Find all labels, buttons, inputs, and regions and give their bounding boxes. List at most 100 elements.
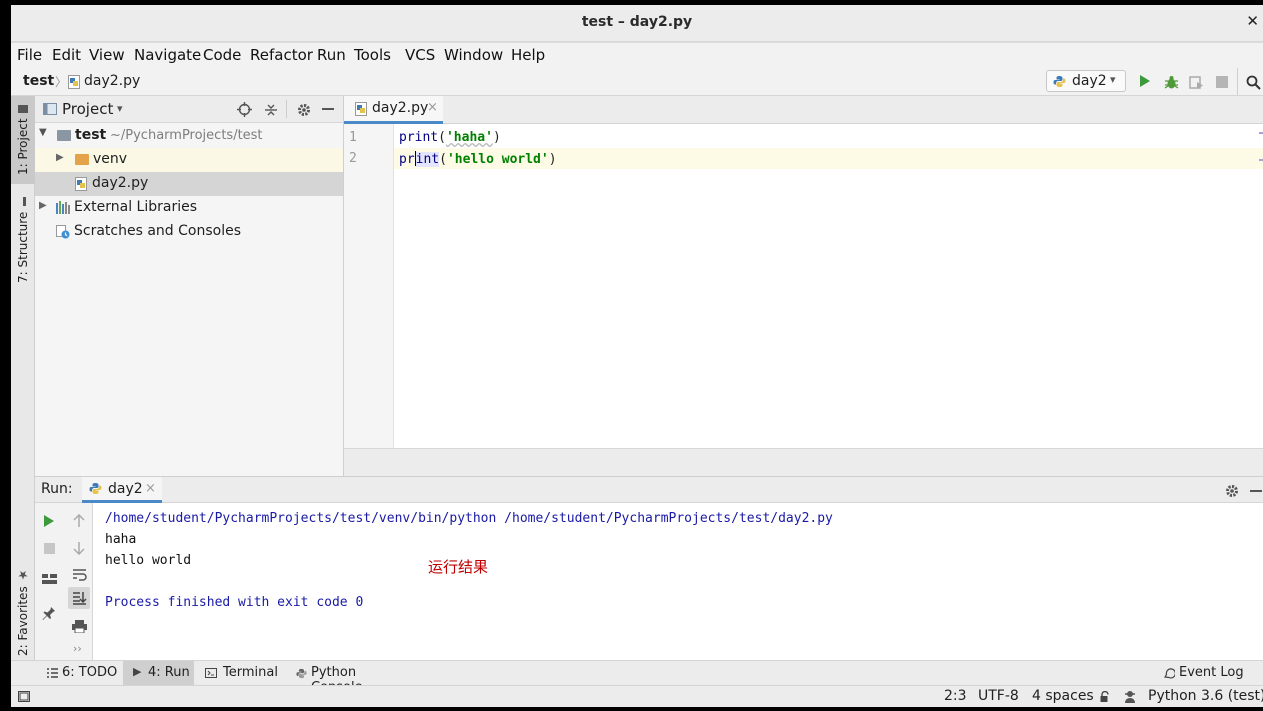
code-paren: ( xyxy=(438,130,446,145)
console-output-line: hello world xyxy=(105,553,192,568)
error-stripe-mark[interactable] xyxy=(1259,132,1263,134)
tab-terminal[interactable]: Terminal xyxy=(201,661,285,685)
run-tool-header: Run: day2 × xyxy=(35,476,1263,503)
editor-horizontal-scroll[interactable] xyxy=(344,448,1263,476)
tab-todo-label: 6: TODO xyxy=(62,665,118,680)
indent-setting[interactable]: 4 spaces xyxy=(1032,688,1094,704)
chevron-down-icon[interactable]: ▾ xyxy=(117,102,123,115)
editor-tab-day2[interactable]: day2.py × xyxy=(344,96,443,124)
result-annotation: 运行结果 xyxy=(428,558,489,576)
error-stripe-mark[interactable] xyxy=(1259,159,1263,161)
code-line-1: print('haha') xyxy=(399,130,501,145)
tab-project[interactable]: 1: Project xyxy=(11,96,35,184)
tree-row-scratches[interactable]: Scratches and Consoles xyxy=(35,220,343,244)
tree-file-label: day2.py xyxy=(92,175,149,191)
run-label: Run: xyxy=(41,481,73,497)
editor-tab-bar: day2.py × xyxy=(344,96,1263,124)
cursor-position[interactable]: 2:3 xyxy=(944,688,967,704)
run-tab-day2[interactable]: day2 × xyxy=(82,477,162,503)
tab-python-console[interactable]: Python Console xyxy=(293,661,411,695)
toolbar-divider xyxy=(1237,68,1238,95)
menu-edit[interactable]: Edit xyxy=(52,46,81,64)
python-interpreter[interactable]: Python 3.6 (test) xyxy=(1148,688,1263,704)
menu-bar: File Edit View Navigate Code Refactor Ru… xyxy=(11,42,1263,68)
run-config-label: day2 xyxy=(1072,73,1107,89)
python-icon xyxy=(89,482,102,495)
python-file-icon xyxy=(355,102,367,116)
tab-run[interactable]: ▶ 4: Run xyxy=(123,661,194,685)
menu-run[interactable]: Run xyxy=(317,46,346,64)
project-panel-header: Project ▾ xyxy=(35,96,343,123)
gear-icon[interactable] xyxy=(1224,483,1239,498)
file-encoding[interactable]: UTF-8 xyxy=(978,688,1019,704)
close-tab-icon[interactable]: × xyxy=(145,481,156,496)
expanded-arrow-icon: ▼ xyxy=(39,127,47,138)
down-arrow-icon[interactable] xyxy=(72,541,86,555)
search-icon[interactable] xyxy=(1245,74,1261,90)
project-panel-title[interactable]: Project xyxy=(62,100,113,118)
minimize-icon[interactable] xyxy=(1250,490,1262,492)
tree-row-external-libraries[interactable]: ▶ External Libraries xyxy=(35,196,343,220)
python-icon xyxy=(1053,75,1066,88)
more-icon[interactable]: ›› xyxy=(73,642,82,655)
print-icon[interactable] xyxy=(71,619,87,633)
menu-help[interactable]: Help xyxy=(511,46,545,64)
stop-icon[interactable] xyxy=(1215,75,1229,89)
menu-tools[interactable]: Tools xyxy=(354,46,391,64)
console-output-line: haha xyxy=(105,532,137,547)
run-icon: ▶ xyxy=(133,665,142,678)
breadcrumb-project[interactable]: test xyxy=(23,73,54,89)
code-string: 'hello world' xyxy=(446,152,549,167)
code-fn-part: int xyxy=(415,152,440,167)
ide-window: test – day2.py ✕ File Edit View Navigate… xyxy=(11,5,1263,707)
breadcrumb-file[interactable]: day2.py xyxy=(84,73,140,89)
navigation-bar: test 〉 day2.py day2 ▾ xyxy=(11,68,1263,96)
pin-icon[interactable] xyxy=(41,605,57,621)
run-with-coverage-icon[interactable] xyxy=(1188,74,1204,90)
lock-icon[interactable] xyxy=(1099,691,1111,703)
menu-vcs[interactable]: VCS xyxy=(405,46,435,64)
collapsed-arrow-icon: ▶ xyxy=(39,200,47,211)
tab-todo[interactable]: 6: TODO xyxy=(43,661,121,685)
tree-row-file[interactable]: day2.py xyxy=(35,172,343,196)
close-tab-icon[interactable]: × xyxy=(427,100,438,115)
editor-tab-label: day2.py xyxy=(372,100,429,116)
run-console[interactable]: /home/student/PycharmProjects/test/venv/… xyxy=(93,503,1263,660)
menu-file[interactable]: File xyxy=(17,46,42,64)
tab-event-log[interactable]: Event Log xyxy=(1161,661,1256,685)
locate-icon[interactable] xyxy=(237,102,252,117)
line-number-gutter: 1 2 xyxy=(344,124,394,448)
line-number-1: 1 xyxy=(349,130,357,145)
run-config-select[interactable]: day2 ▾ xyxy=(1046,70,1126,92)
folder-icon xyxy=(75,154,89,165)
event-log-icon xyxy=(1163,667,1175,679)
inspector-icon[interactable] xyxy=(1123,690,1137,704)
tree-row-root[interactable]: ▼ test ~/PycharmProjects/test xyxy=(35,124,343,148)
code-editor[interactable]: print('haha') print('hello world') xyxy=(394,124,1263,448)
scroll-to-end-toggle[interactable] xyxy=(68,587,90,609)
tab-structure[interactable]: 7: Structure xyxy=(11,194,35,286)
code-paren: ) xyxy=(492,130,501,145)
tab-favorites[interactable]: 2: Favorites ★ xyxy=(11,566,35,658)
collapse-all-icon[interactable] xyxy=(263,102,278,117)
minimize-icon[interactable] xyxy=(322,108,334,110)
run-icon[interactable] xyxy=(1138,74,1152,88)
soft-wrap-icon[interactable] xyxy=(71,567,87,581)
close-window-icon[interactable]: ✕ xyxy=(1246,12,1259,30)
tree-row-venv[interactable]: ▶ venv xyxy=(35,148,343,172)
debug-icon[interactable] xyxy=(1163,74,1179,90)
rerun-icon[interactable] xyxy=(42,514,56,528)
menu-refactor[interactable]: Refactor xyxy=(250,46,313,64)
stop-icon[interactable] xyxy=(43,542,55,554)
menu-window[interactable]: Window xyxy=(444,46,503,64)
gear-icon[interactable] xyxy=(296,102,311,117)
menu-code[interactable]: Code xyxy=(203,46,241,64)
menu-navigate[interactable]: Navigate xyxy=(134,46,201,64)
toggle-tool-windows-icon[interactable] xyxy=(17,690,30,702)
layout-icon[interactable] xyxy=(41,573,57,585)
menu-view[interactable]: View xyxy=(89,46,125,64)
up-arrow-icon[interactable] xyxy=(72,514,86,528)
terminal-icon xyxy=(205,667,217,678)
tab-project-label: 1: Project xyxy=(16,118,30,176)
title-bar: test – day2.py ✕ xyxy=(11,5,1263,42)
